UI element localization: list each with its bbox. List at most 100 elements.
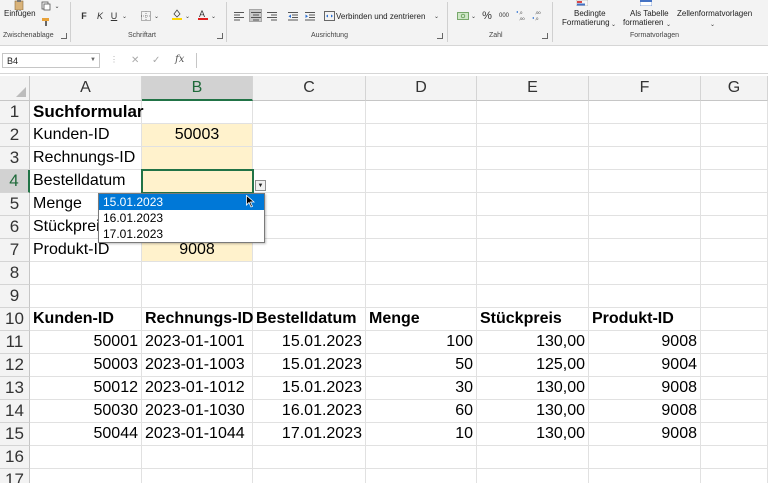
cell-e4[interactable]: [477, 170, 589, 193]
table-cell[interactable]: 60: [366, 400, 477, 423]
format-painter-icon[interactable]: [40, 16, 52, 28]
fill-color-icon[interactable]: [171, 8, 183, 20]
merge-center-button[interactable]: Verbinden und zentrieren: [336, 12, 425, 21]
cell-a8[interactable]: [30, 262, 142, 285]
table-cell[interactable]: 9008: [589, 377, 701, 400]
row-header-12[interactable]: 12: [0, 354, 30, 377]
table-cell[interactable]: 9008: [589, 423, 701, 446]
format-as-table-icon[interactable]: [640, 0, 652, 7]
table-cell[interactable]: 2023-01-1030: [142, 400, 253, 423]
alignment-launcher-icon[interactable]: [437, 33, 443, 39]
cell-b9[interactable]: [142, 285, 253, 308]
cell-c16[interactable]: [253, 446, 366, 469]
table-cell[interactable]: 2023-01-1044: [142, 423, 253, 446]
increase-decimal-icon[interactable]: ,0,00: [516, 9, 528, 21]
table-cell[interactable]: 50001: [30, 331, 142, 354]
table-cell[interactable]: 50003: [30, 354, 142, 377]
row-header-10[interactable]: 10: [0, 308, 30, 331]
conditional-formatting-button[interactable]: Bedingte: [574, 9, 606, 18]
form-input[interactable]: [142, 147, 253, 170]
font-launcher-icon[interactable]: [217, 33, 223, 39]
cell-c2[interactable]: [253, 124, 366, 147]
row-header-9[interactable]: 9: [0, 285, 30, 308]
cell-c7[interactable]: [253, 239, 366, 262]
cell-d6[interactable]: [366, 216, 477, 239]
chevron-down-icon[interactable]: ⌄: [210, 10, 217, 22]
cell-g13[interactable]: [701, 377, 768, 400]
form-input[interactable]: [142, 170, 253, 193]
select-all-button[interactable]: [0, 76, 30, 101]
cell-f17[interactable]: [589, 469, 701, 483]
enter-icon[interactable]: ✓: [152, 55, 160, 66]
cell-d17[interactable]: [366, 469, 477, 483]
cell-b8[interactable]: [142, 262, 253, 285]
cell-f7[interactable]: [589, 239, 701, 262]
dropdown-arrow-icon[interactable]: ▼: [255, 180, 266, 191]
cell-a9[interactable]: [30, 285, 142, 308]
table-cell[interactable]: 100: [366, 331, 477, 354]
column-header-g[interactable]: G: [701, 76, 768, 101]
table-cell[interactable]: 130,00: [477, 400, 589, 423]
row-header-13[interactable]: 13: [0, 377, 30, 400]
cell-g15[interactable]: [701, 423, 768, 446]
cell-g9[interactable]: [701, 285, 768, 308]
cell-styles-button[interactable]: Zellenformatvorlagen: [677, 9, 752, 18]
cell-c8[interactable]: [253, 262, 366, 285]
table-cell[interactable]: 50044: [30, 423, 142, 446]
table-cell[interactable]: 9004: [589, 354, 701, 377]
chevron-down-icon[interactable]: ⌄: [153, 10, 160, 22]
cell-f3[interactable]: [589, 147, 701, 170]
cell-e9[interactable]: [477, 285, 589, 308]
row-header-17[interactable]: 17: [0, 469, 30, 483]
row-header-15[interactable]: 15: [0, 423, 30, 446]
formula-input[interactable]: [196, 53, 768, 68]
cell-d16[interactable]: [366, 446, 477, 469]
underline-button[interactable]: U: [109, 10, 119, 22]
chevron-down-icon[interactable]: ▼: [90, 57, 96, 63]
copy-icon[interactable]: [40, 0, 52, 12]
cell-g10[interactable]: [701, 308, 768, 331]
cell-g12[interactable]: [701, 354, 768, 377]
table-cell[interactable]: 30: [366, 377, 477, 400]
paste-button[interactable]: Einfügen: [4, 9, 36, 18]
increase-indent-icon[interactable]: [304, 10, 316, 22]
cell-f9[interactable]: [589, 285, 701, 308]
table-cell[interactable]: 130,00: [477, 377, 589, 400]
cell-e17[interactable]: [477, 469, 589, 483]
insert-function-button[interactable]: fx: [175, 54, 184, 65]
row-header-6[interactable]: 6: [0, 216, 30, 239]
column-header-b[interactable]: B: [142, 76, 253, 101]
column-header-a[interactable]: A: [30, 76, 142, 101]
borders-icon[interactable]: [140, 10, 152, 22]
cell-f2[interactable]: [589, 124, 701, 147]
table-cell[interactable]: 130,00: [477, 331, 589, 354]
merge-center-icon[interactable]: [323, 10, 335, 22]
percent-button[interactable]: %: [481, 10, 493, 22]
font-color-icon[interactable]: A: [197, 8, 209, 20]
cell-e2[interactable]: [477, 124, 589, 147]
table-cell[interactable]: 10: [366, 423, 477, 446]
chevron-down-icon[interactable]: ⌄: [610, 18, 617, 30]
date-dropdown-list[interactable]: 15.01.2023 16.01.2023 17.01.2023: [98, 193, 265, 243]
table-cell[interactable]: 2023-01-1012: [142, 377, 253, 400]
cell-f4[interactable]: [589, 170, 701, 193]
cell-c4[interactable]: [253, 170, 366, 193]
row-header-3[interactable]: 3: [0, 147, 30, 170]
table-cell[interactable]: 9008: [589, 331, 701, 354]
row-header-2[interactable]: 2: [0, 124, 30, 147]
cell-c6[interactable]: [253, 216, 366, 239]
conditional-formatting-icon[interactable]: [576, 0, 588, 7]
table-cell[interactable]: 15.01.2023: [253, 354, 366, 377]
chevron-down-icon[interactable]: ⌄: [665, 18, 672, 30]
row-header-1[interactable]: 1: [0, 101, 30, 124]
cell-a16[interactable]: [30, 446, 142, 469]
form-input[interactable]: 50003: [142, 124, 253, 147]
cell-g4[interactable]: [701, 170, 768, 193]
cell-f16[interactable]: [589, 446, 701, 469]
cell-g16[interactable]: [701, 446, 768, 469]
cell-d2[interactable]: [366, 124, 477, 147]
cell-e5[interactable]: [477, 193, 589, 216]
table-cell[interactable]: 15.01.2023: [253, 377, 366, 400]
dropdown-option[interactable]: 17.01.2023: [99, 226, 264, 242]
table-cell[interactable]: 50012: [30, 377, 142, 400]
